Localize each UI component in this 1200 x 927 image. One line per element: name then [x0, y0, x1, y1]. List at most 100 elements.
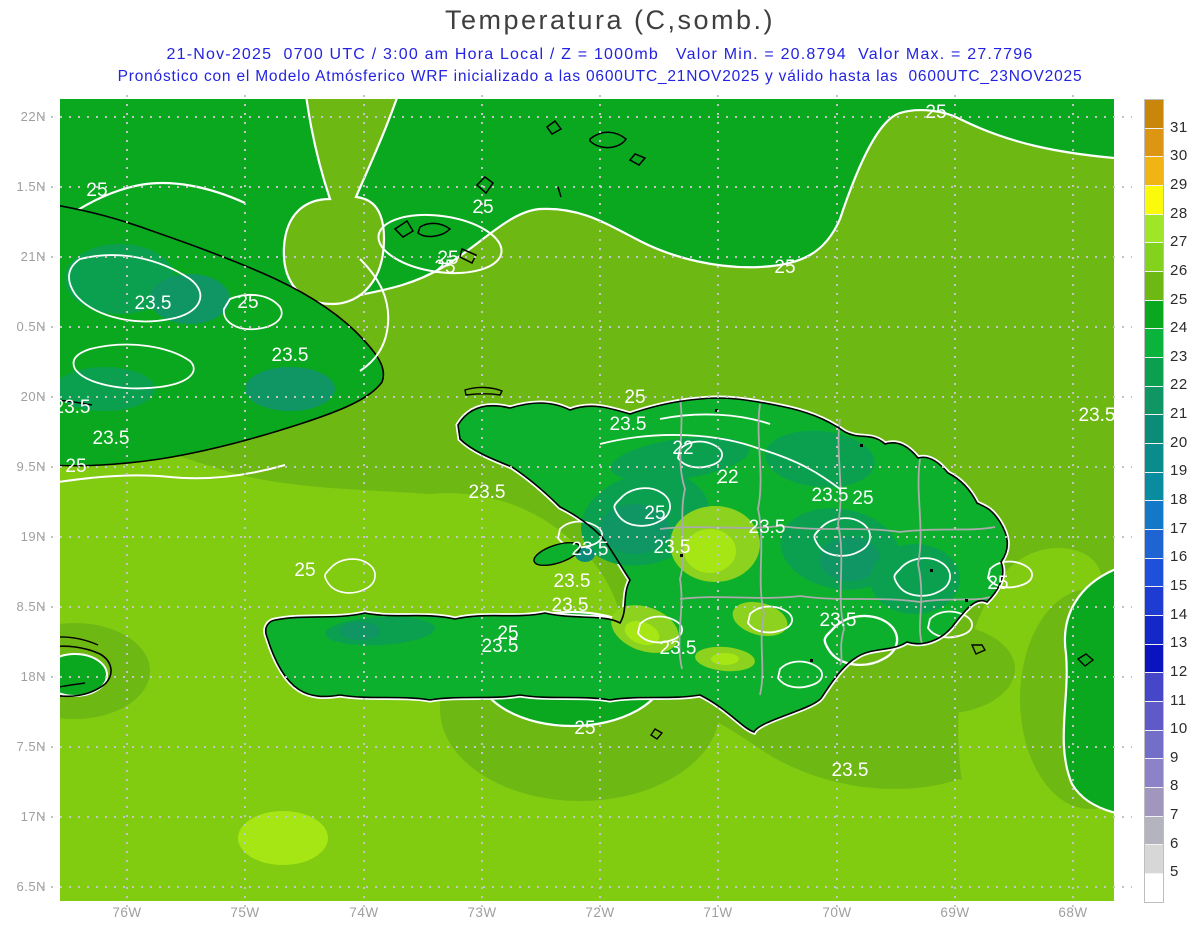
- map-area: 25 25 25 25 25 25 25 25 25 25 25 25 25 25 25 23.5 23.5 23…: [42, 95, 1132, 909]
- lon-label: 73W: [467, 905, 497, 920]
- colorbar-segment: [1145, 444, 1163, 473]
- contour-label-23.5: 23.5: [654, 537, 691, 558]
- contour-label-23.5: 23.5: [820, 610, 857, 631]
- contour-label-23.5: 23.5: [1079, 405, 1116, 426]
- colorbar-segment: [1145, 329, 1163, 359]
- cuba-teal-4: [245, 367, 335, 411]
- valley-cibao-core: [684, 529, 736, 573]
- lon-label: 75W: [230, 905, 260, 920]
- contour-label-25: 25: [472, 197, 493, 218]
- colorbar-label: 24: [1170, 319, 1188, 337]
- colorbar-segment: [1145, 587, 1163, 617]
- subtitle-line1: 21-Nov-2025 0700 UTC / 3:00 am Hora Loca…: [166, 46, 1034, 63]
- patch-tiburon-core: [340, 622, 380, 640]
- colorbar-label: 29: [1170, 175, 1188, 193]
- colorbar-label: 6: [1170, 834, 1179, 852]
- colorbar-label: 9: [1170, 748, 1179, 766]
- colorbar-label: 8: [1170, 777, 1179, 795]
- contour-label-25: 25: [294, 560, 315, 581]
- contour-label-23.5: 23.5: [812, 485, 849, 506]
- contour-label-23.5: 23.5: [660, 638, 697, 659]
- colorbar-label: 7: [1170, 806, 1179, 824]
- colorbar-label: 16: [1170, 548, 1188, 566]
- contour-label-23.5: 23.5: [832, 760, 869, 781]
- colorbar: [1144, 99, 1164, 903]
- contour-label-22: 22: [717, 467, 738, 488]
- contour-label-23.5: 23.5: [469, 482, 506, 503]
- contour-label-23.5: 23.5: [482, 636, 519, 657]
- colorbar-label: 18: [1170, 491, 1188, 508]
- colorbar-label: 26: [1170, 261, 1188, 279]
- lon-label: 74W: [349, 905, 379, 920]
- patch-eastern: [870, 544, 960, 614]
- contour-label-23.5: 23.5: [610, 414, 647, 435]
- warm-oval-sw: [238, 811, 328, 865]
- colorbar-segment: [1145, 702, 1163, 731]
- weather-map-page: Temperatura (C,somb.) 21-Nov-2025 0700 U…: [0, 0, 1200, 927]
- contour-label-23.5: 23.5: [554, 571, 591, 592]
- subtitle-line2: Pronóstico con el Modelo Atmósferico WRF…: [117, 68, 1083, 85]
- colorbar-label: 19: [1170, 462, 1188, 480]
- contour-label-25: 25: [987, 573, 1008, 594]
- colorbar-segment: [1145, 358, 1163, 387]
- colorbar-label: 23: [1170, 347, 1188, 365]
- lat-label: 21N: [20, 249, 46, 264]
- forecast-map: 2525252525 2525252525252525252523.523.523…: [42, 95, 1132, 909]
- contour-label-23.5: 23.5: [749, 517, 786, 538]
- contour-label-25: 25: [624, 387, 645, 408]
- lat-label: 1.5N: [16, 179, 46, 194]
- colorbar-segment: [1145, 558, 1163, 588]
- contour-label-25: 25: [925, 102, 946, 123]
- colorbar-segment: [1145, 128, 1163, 158]
- lon-label: 71W: [703, 905, 733, 920]
- lon-label: 68W: [1058, 905, 1088, 920]
- lon-label: 72W: [585, 905, 615, 920]
- lat-label: 9.5N: [16, 459, 46, 474]
- colorbar-label: 28: [1170, 204, 1188, 222]
- colorbar-label: 20: [1170, 433, 1188, 451]
- lat-label: 8.5N: [16, 599, 46, 614]
- lat-label: 19N: [20, 529, 46, 544]
- colorbar-label: 31: [1170, 118, 1188, 136]
- colorbar-segment: [1145, 157, 1163, 187]
- lat-label: 7.5N: [16, 739, 46, 754]
- colorbar-label: 15: [1170, 576, 1188, 594]
- colorbar-label: 21: [1170, 405, 1188, 423]
- colorbar-segment: [1145, 530, 1163, 559]
- colorbar-segment: [1145, 272, 1163, 301]
- colorbar-segment: [1145, 616, 1163, 645]
- contour-label-25: 25: [852, 488, 873, 509]
- colorbar-segment: [1145, 816, 1163, 846]
- colorbar-label: 10: [1170, 720, 1188, 738]
- contour-label-23.5: 23.5: [135, 293, 172, 314]
- colorbar-segment: [1145, 214, 1163, 244]
- colorbar-segment: [1145, 472, 1163, 502]
- colorbar-label: 25: [1170, 290, 1188, 308]
- colorbar-label: 17: [1170, 519, 1188, 537]
- colorbar-segment: [1145, 874, 1163, 902]
- colorbar-label: 11: [1170, 691, 1187, 709]
- contour-label-25: 25: [574, 718, 595, 739]
- contour-label-22: 22: [672, 438, 693, 459]
- contour-label-25: 25: [437, 248, 458, 269]
- colorbar-segment: [1145, 501, 1163, 531]
- map-shading: [60, 99, 1114, 901]
- lat-label: 0.5N: [16, 319, 46, 334]
- contour-label-23.5: 23.5: [93, 428, 130, 449]
- colorbar-segment: [1145, 644, 1163, 674]
- lat-label: 17N: [20, 809, 46, 824]
- colorbar-segment: [1145, 300, 1163, 330]
- lon-label: 70W: [822, 905, 852, 920]
- page-title: Temperatura (C,somb.): [444, 5, 776, 35]
- contour-label-25: 25: [86, 180, 107, 201]
- colorbar-segment: [1145, 759, 1163, 789]
- colorbar-segment: [1145, 845, 1163, 875]
- colorbar-segment: [1145, 186, 1163, 215]
- colorbar-label: 12: [1170, 662, 1188, 680]
- colorbar-segment: [1145, 415, 1163, 445]
- colorbar-segment: [1145, 673, 1163, 703]
- contour-label-23.5: 23.5: [54, 397, 91, 418]
- contour-label-23.5: 23.5: [572, 539, 609, 560]
- colorbar-label: 30: [1170, 147, 1188, 165]
- contour-label-25: 25: [65, 456, 86, 477]
